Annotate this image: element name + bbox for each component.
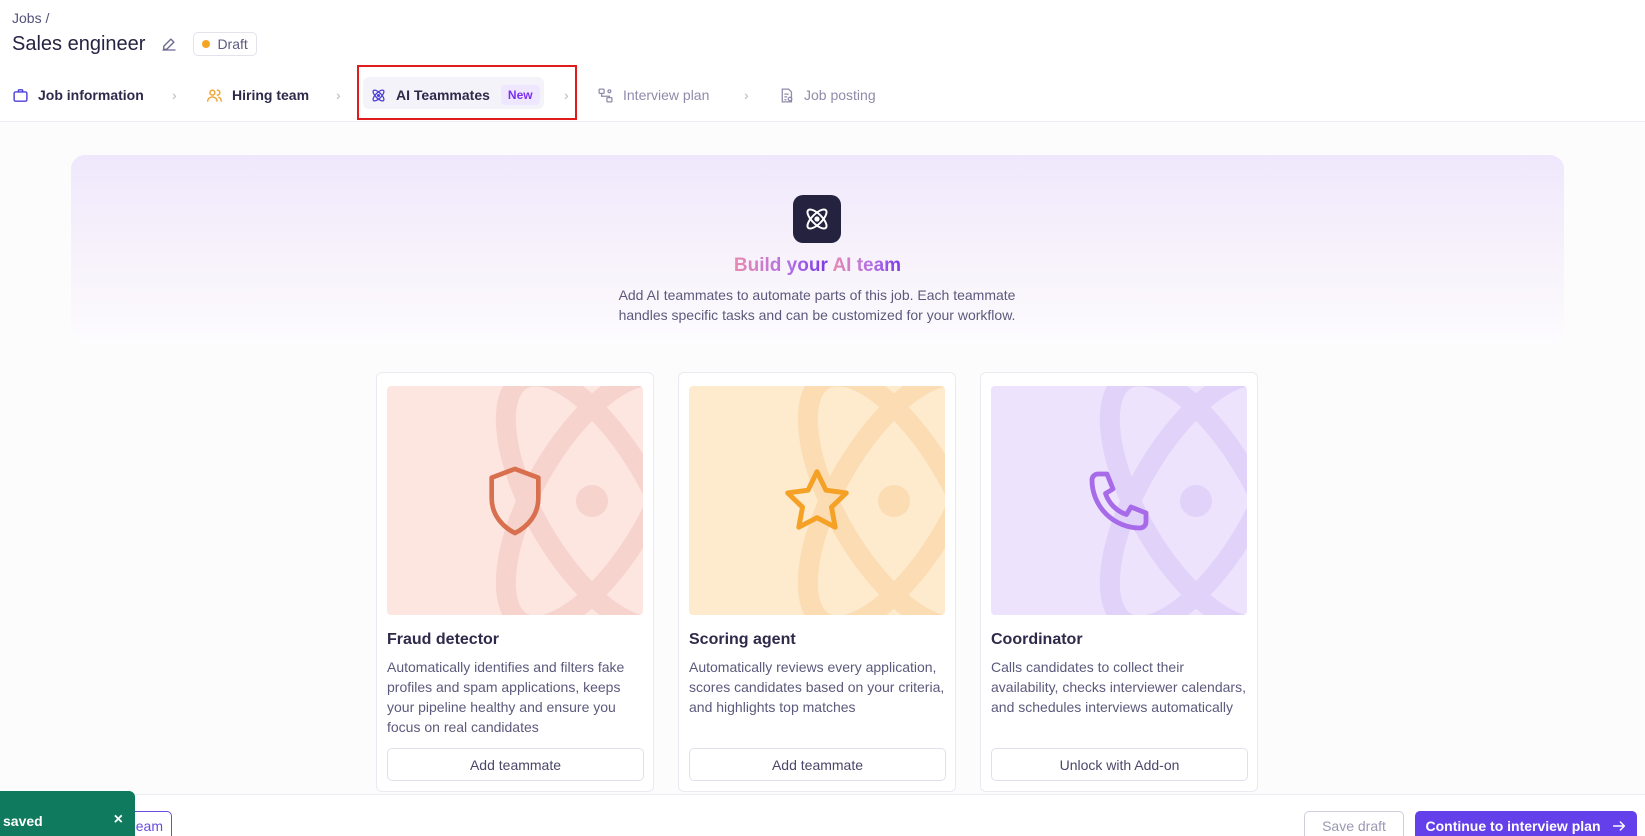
card-title: Fraud detector bbox=[387, 631, 500, 648]
step-label: Interview plan bbox=[623, 87, 710, 103]
title-row: Sales engineer Draft bbox=[12, 32, 257, 56]
toast-message: saved bbox=[3, 813, 43, 829]
pencil-icon[interactable] bbox=[159, 34, 179, 54]
new-badge: New bbox=[500, 85, 540, 105]
page-header: Jobs / Sales engineer Draft Job informat… bbox=[0, 0, 1645, 122]
status-badge: Draft bbox=[193, 32, 257, 56]
chevron-right-icon: › bbox=[744, 87, 749, 103]
page: Jobs / Sales engineer Draft Job informat… bbox=[0, 0, 1645, 836]
teammate-card-scoring-agent: Scoring agent Automatically reviews ever… bbox=[678, 372, 956, 792]
hero-title-prefix: Build your bbox=[733, 255, 828, 276]
step-job-information[interactable]: Job information bbox=[12, 74, 144, 116]
main-content: Build your AI team Add AI teammates to a… bbox=[0, 122, 1645, 794]
step-interview-plan[interactable]: Interview plan bbox=[597, 74, 709, 116]
star-icon bbox=[785, 468, 849, 530]
add-teammate-button[interactable]: Add teammate bbox=[689, 748, 946, 781]
step-ai-teammates[interactable]: AI Teammates New bbox=[370, 74, 540, 116]
card-illustration bbox=[689, 386, 945, 615]
chevron-right-icon: › bbox=[172, 87, 177, 103]
footer-bar: eam Save draft Continue to interview pla… bbox=[0, 794, 1645, 836]
card-description: Calls candidates to collect their availa… bbox=[991, 659, 1246, 715]
step-label: AI Teammates bbox=[396, 87, 490, 103]
add-teammate-button[interactable]: Add teammate bbox=[387, 748, 644, 781]
step-hiring-team[interactable]: Hiring team bbox=[206, 74, 309, 116]
status-label: Draft bbox=[217, 36, 248, 52]
arrow-right-icon bbox=[1612, 821, 1625, 831]
atom-icon bbox=[793, 195, 841, 243]
hero-description: Add AI teammates to automate parts of th… bbox=[618, 287, 1016, 323]
continue-label: Continue to interview plan bbox=[1425, 818, 1601, 834]
card-description: Automatically identifies and filters fak… bbox=[387, 659, 625, 735]
card-illustration bbox=[387, 386, 643, 615]
step-label: Job information bbox=[38, 87, 144, 103]
briefcase-icon bbox=[13, 88, 28, 102]
hero-banner: Build your AI team Add AI teammates to a… bbox=[71, 155, 1564, 345]
users-icon bbox=[207, 88, 222, 102]
teammate-card-coordinator: Coordinator Calls candidates to collect … bbox=[980, 372, 1258, 792]
document-icon bbox=[781, 87, 793, 103]
step-job-posting[interactable]: Job posting bbox=[778, 74, 876, 116]
chevron-right-icon: › bbox=[336, 87, 341, 103]
hero-title: Build your AI team bbox=[71, 255, 1564, 277]
card-description: Automatically reviews every application,… bbox=[689, 659, 945, 715]
save-draft-button[interactable]: Save draft bbox=[1304, 811, 1404, 836]
shield-icon bbox=[489, 466, 541, 535]
stepper: Job information › Hiring team › AI Teamm… bbox=[0, 74, 1000, 116]
step-label: Hiring team bbox=[232, 87, 310, 103]
hero-title-highlight: AI team bbox=[832, 255, 902, 276]
step-label: Job posting bbox=[804, 87, 876, 103]
continue-button[interactable]: Continue to interview plan bbox=[1415, 811, 1637, 836]
breadcrumb[interactable]: Jobs / bbox=[12, 10, 49, 26]
teammate-card-fraud-detector: Fraud detector Automatically identifies … bbox=[376, 372, 654, 792]
card-title: Scoring agent bbox=[689, 631, 796, 648]
card-illustration bbox=[991, 386, 1247, 615]
unlock-addon-button[interactable]: Unlock with Add-on bbox=[991, 748, 1248, 781]
status-dot bbox=[202, 40, 211, 48]
workflow-icon bbox=[598, 87, 613, 103]
page-title: Sales engineer bbox=[12, 32, 146, 55]
chevron-right-icon: › bbox=[564, 87, 569, 103]
atom-icon bbox=[372, 88, 385, 102]
toast-notification: saved × bbox=[0, 791, 135, 836]
phone-icon bbox=[1089, 471, 1149, 530]
close-icon[interactable]: × bbox=[114, 811, 123, 829]
card-title: Coordinator bbox=[991, 631, 1083, 648]
